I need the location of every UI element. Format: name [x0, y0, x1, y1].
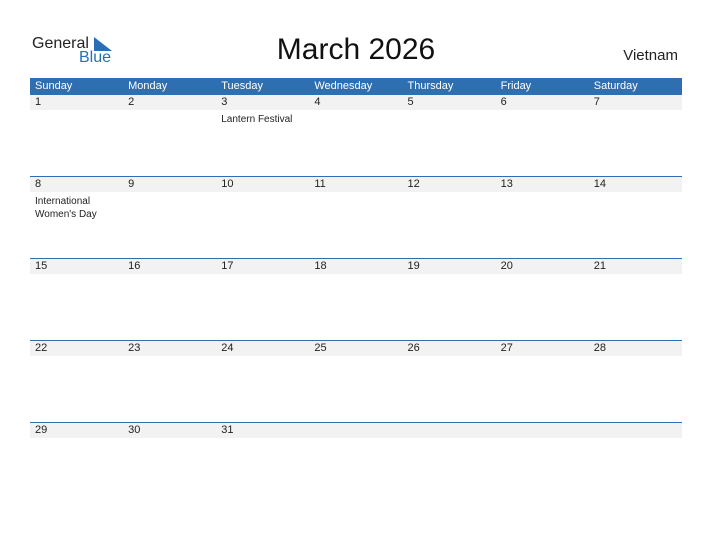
day-event	[403, 274, 496, 277]
day-number: 30	[128, 424, 141, 436]
day-event	[589, 192, 682, 221]
day-number: 23	[128, 342, 141, 354]
day-number: 17	[221, 260, 234, 272]
calendar-grid: Sunday Monday Tuesday Wednesday Thursday…	[30, 78, 682, 504]
weekday-tuesday: Tuesday	[221, 80, 264, 92]
day-number: 31	[221, 424, 234, 436]
day-number: 4	[314, 96, 321, 108]
day-event	[496, 192, 589, 221]
day-event	[216, 274, 309, 277]
day-event	[123, 274, 216, 277]
weekday-header: Sunday Monday Tuesday Wednesday Thursday…	[30, 78, 682, 95]
day-number-row: 22 23 24 25 26 27 28	[30, 341, 682, 356]
day-event	[589, 438, 682, 441]
day-number: 19	[407, 260, 420, 272]
day-event	[496, 274, 589, 277]
day-event	[496, 356, 589, 359]
event-row: International Women's Day	[30, 192, 682, 221]
day-number: 18	[314, 260, 327, 272]
event-row	[30, 356, 682, 359]
day-number: 13	[500, 178, 513, 190]
day-number: 12	[407, 178, 420, 190]
day-number: 24	[221, 342, 234, 354]
day-number: 16	[128, 260, 141, 272]
day-event	[589, 274, 682, 277]
day-number: 26	[407, 342, 420, 354]
day-event	[123, 356, 216, 359]
day-number: 29	[35, 424, 48, 436]
day-event: International Women's Day	[35, 196, 97, 220]
calendar-week: 1 2 3 4 5 6 7 Lantern Festival	[30, 95, 682, 176]
day-number-row: 15 16 17 18 19 20 21	[30, 259, 682, 274]
day-number: 2	[128, 96, 135, 108]
weekday-sunday: Sunday	[35, 80, 73, 92]
day-event	[496, 110, 589, 126]
day-number-row: 29 30 31	[30, 423, 682, 438]
day-number: 8	[35, 178, 42, 190]
day-number: 11	[314, 178, 326, 190]
calendar-week: 8 9 10 11 12 13 14 International Women's Day	[30, 176, 682, 258]
day-event	[123, 438, 216, 441]
day-number: 3	[221, 96, 228, 108]
day-event	[309, 274, 402, 277]
day-event	[403, 356, 496, 359]
day-number: 27	[500, 342, 513, 354]
day-event	[216, 356, 309, 359]
day-event	[309, 110, 402, 126]
day-event	[123, 192, 216, 221]
day-event	[496, 438, 589, 441]
day-event	[216, 192, 309, 221]
day-event	[403, 110, 496, 126]
day-number: 9	[128, 178, 135, 190]
event-row: Lantern Festival	[30, 110, 682, 126]
day-number: 5	[407, 96, 414, 108]
day-event	[403, 192, 496, 221]
calendar-week: 22 23 24 25 26 27 28	[30, 340, 682, 422]
day-number-row: 8 9 10 11 12 13 14	[30, 177, 682, 192]
day-event	[589, 356, 682, 359]
day-number: 22	[35, 342, 48, 354]
weekday-monday: Monday	[128, 80, 168, 92]
day-number	[403, 423, 496, 438]
day-number	[589, 423, 682, 438]
day-number	[496, 423, 589, 438]
day-number: 25	[314, 342, 327, 354]
day-number: 28	[593, 342, 606, 354]
day-event	[216, 438, 309, 441]
day-number: 6	[500, 96, 507, 108]
day-event	[589, 110, 682, 126]
day-number: 10	[221, 178, 234, 190]
day-number	[309, 423, 402, 438]
calendar-week: 29 30 31	[30, 422, 682, 504]
day-event: Lantern Festival	[221, 114, 293, 125]
day-number: 21	[593, 260, 606, 272]
day-event	[30, 274, 123, 277]
calendar-week: 15 16 17 18 19 20 21	[30, 258, 682, 340]
day-event	[30, 110, 123, 126]
day-number: 1	[35, 96, 42, 108]
day-event	[403, 438, 496, 441]
day-event	[123, 110, 216, 126]
day-event	[309, 192, 402, 221]
weekday-thursday: Thursday	[407, 80, 454, 92]
day-number: 14	[593, 178, 606, 190]
day-event	[309, 356, 402, 359]
page-title: March 2026	[276, 33, 436, 66]
day-number: 20	[500, 260, 513, 272]
day-number: 15	[35, 260, 48, 272]
event-row	[30, 274, 682, 277]
day-number: 7	[593, 96, 600, 108]
event-row	[30, 438, 682, 441]
day-event	[309, 438, 402, 441]
weekday-wednesday: Wednesday	[314, 80, 373, 92]
day-event	[30, 356, 123, 359]
weekday-friday: Friday	[500, 80, 532, 92]
day-number-row: 1 2 3 4 5 6 7	[30, 95, 682, 110]
weekday-saturday: Saturday	[593, 80, 638, 92]
day-event	[30, 438, 123, 441]
country-label: Vietnam	[623, 47, 678, 64]
